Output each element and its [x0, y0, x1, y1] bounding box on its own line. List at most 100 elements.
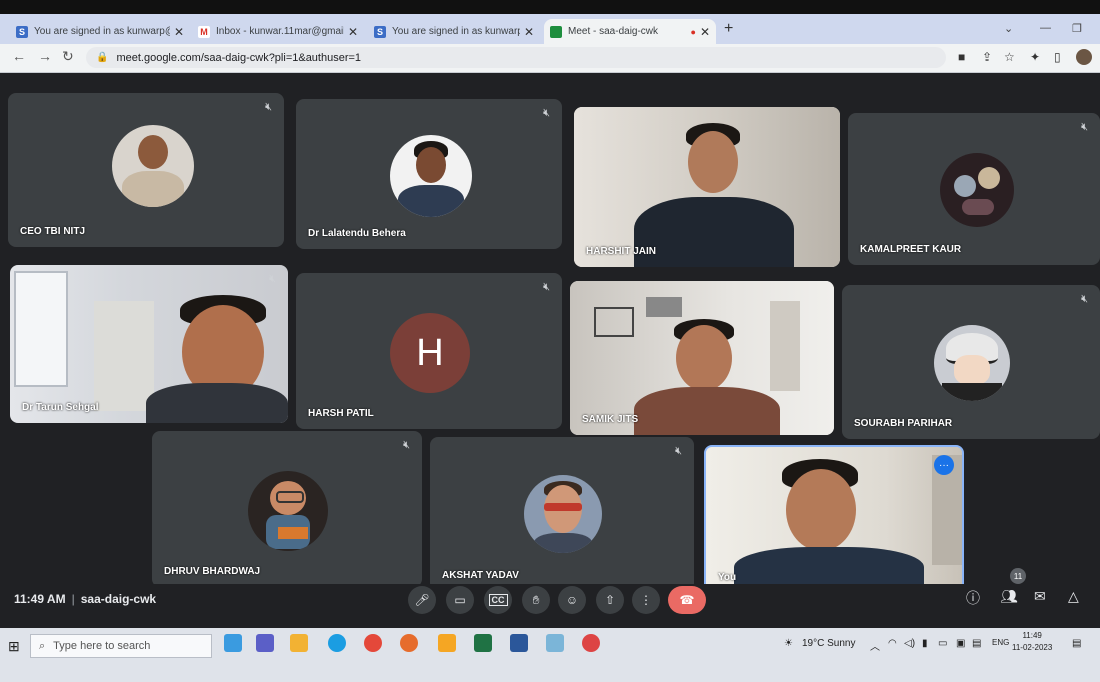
activities-icon[interactable]: △ [1068, 588, 1079, 605]
screen: S You are signed in as kunwarp@n ✕ M Inb… [0, 14, 1100, 682]
back-icon[interactable]: ← [12, 48, 26, 64]
speaker-icon[interactable]: ◁) [904, 638, 915, 649]
browser-toolbar: ← → ↻ 🔒 meet.google.com/saa-daig-cwk?pli… [0, 44, 1100, 73]
chat-icon[interactable]: ✉ [1034, 588, 1046, 605]
meeting-info: 11:49 AM | saa-daig-cwk [14, 592, 156, 606]
share-icon[interactable]: ⇪ [982, 50, 992, 64]
taskbar-clock[interactable]: 11:49 11-02-2023 [1012, 630, 1052, 654]
tab-inbox[interactable]: M Inbox - kunwar.11mar@gmail.cor ✕ [192, 19, 364, 44]
video-camera-icon: ▭ [454, 593, 466, 607]
meet-favicon-icon [550, 25, 562, 38]
microphone-icon: 🎤︎ [414, 593, 430, 607]
camera-toggle-button[interactable]: ▭ [446, 586, 474, 614]
new-tab-button[interactable]: + [724, 20, 733, 38]
captions-button[interactable]: CC [484, 586, 512, 614]
participant-video [574, 107, 840, 267]
word-icon[interactable] [510, 634, 528, 652]
taskbar-search[interactable]: ⌕ Type here to search [30, 634, 212, 658]
self-video [706, 447, 962, 593]
file-explorer-icon[interactable] [290, 634, 308, 652]
bookmark-star-icon[interactable]: ☆ [1004, 50, 1015, 64]
laptop-bezel: S You are signed in as kunwarp@n ✕ M Inb… [0, 0, 1100, 682]
participant-video [10, 265, 288, 423]
camera-indicator-icon[interactable]: ■ [958, 50, 965, 64]
participant-tile[interactable]: 🔇︎ CEO TBI NITJ [8, 93, 284, 247]
end-call-button[interactable]: ☎︎ [668, 586, 706, 614]
app-icon[interactable] [438, 634, 456, 652]
people-icon[interactable]: 👥︎ [1000, 588, 1018, 605]
widget-app-icon[interactable] [224, 634, 242, 652]
taskbar-time: 11:49 [1022, 631, 1042, 640]
participant-tile[interactable]: H 🔇︎ HARSH PATIL [296, 273, 562, 429]
network-icon[interactable]: ▤ [972, 638, 981, 649]
tab-signed-in-1[interactable]: S You are signed in as kunwarp@n ✕ [10, 19, 190, 44]
more-options-button[interactable]: ⋮ [632, 586, 660, 614]
profile-avatar[interactable] [1076, 49, 1092, 65]
search-placeholder: Type here to search [53, 640, 151, 652]
s-favicon-icon: S [16, 25, 28, 38]
firefox-icon[interactable] [400, 634, 418, 652]
participant-name: KAMALPREET KAUR [860, 244, 962, 255]
participant-tile[interactable]: 🔇︎ Dr Tarun Sehgal [10, 265, 288, 423]
participant-photo [524, 475, 602, 553]
maximize-icon[interactable]: ❐ [1072, 22, 1082, 35]
address-bar[interactable]: 🔒 meet.google.com/saa-daig-cwk?pli=1&aut… [86, 47, 946, 68]
tab-signed-in-2[interactable]: S You are signed in as kunwarp@n ✕ [368, 19, 540, 44]
sidebar-icon[interactable]: ▯ [1054, 50, 1061, 64]
display-icon[interactable]: ▣ [956, 638, 965, 649]
teams-icon[interactable] [256, 634, 274, 652]
close-tab-icon[interactable]: ✕ [174, 25, 184, 39]
participant-tile[interactable]: 🔇︎ Dr Lalatendu Behera [296, 99, 562, 249]
mic-tray-icon[interactable]: ▮ [922, 638, 928, 649]
participant-name: Dr Lalatendu Behera [308, 228, 406, 239]
excel-icon[interactable] [474, 634, 492, 652]
participant-name: CEO TBI NITJ [20, 226, 86, 237]
more-options-icon[interactable]: ··· [934, 455, 954, 475]
chrome-profile-icon[interactable] [582, 634, 600, 652]
battery-icon[interactable]: ▭ [938, 638, 947, 649]
tab-meet[interactable]: Meet - saa-daig-cwk ● ✕ [544, 19, 716, 44]
weather-text[interactable]: 19°C Sunny [802, 638, 855, 649]
present-screen-button[interactable]: ⇧ [596, 586, 624, 614]
app-icon[interactable] [546, 634, 564, 652]
url-text: meet.google.com/saa-daig-cwk?pli=1&authu… [116, 51, 362, 64]
participant-tile[interactable]: 🔇︎ DHRUV BHARDWAJ [152, 431, 422, 587]
notifications-icon[interactable]: ▤ [1072, 638, 1081, 649]
windows-start-icon[interactable]: ⊞ [8, 638, 20, 655]
taskbar-date: 11-02-2023 [1012, 643, 1053, 652]
participant-tile[interactable]: SAMIK JITS [570, 281, 834, 435]
forward-icon[interactable]: → [38, 48, 52, 64]
participant-photo [934, 325, 1010, 401]
tab-title: Inbox - kunwar.11mar@gmail.cor [216, 26, 344, 37]
close-tab-icon[interactable]: ✕ [700, 25, 710, 39]
search-icon: ⌕ [39, 639, 46, 652]
participant-name: DHRUV BHARDWAJ [164, 566, 261, 577]
tray-chevron-icon[interactable]: ︿ [870, 638, 880, 653]
wifi-icon[interactable]: ◠ [888, 638, 897, 649]
participant-tile[interactable]: 🔇︎ AKSHAT YADAV [430, 437, 694, 591]
raise-hand-button[interactable]: ✋︎ [522, 586, 550, 614]
minimize-icon[interactable]: — [1040, 22, 1051, 34]
tab-title: Meet - saa-daig-cwk [568, 26, 659, 37]
extensions-icon[interactable]: ✦ [1030, 50, 1040, 64]
chrome-icon[interactable] [364, 634, 382, 652]
gmail-favicon-icon: M [198, 25, 210, 38]
reload-icon[interactable]: ↻ [62, 48, 74, 65]
recording-dot-icon: ● [690, 26, 696, 37]
reactions-button[interactable]: ☺ [558, 586, 586, 614]
participant-name: You [718, 572, 737, 583]
participant-tile[interactable]: 🔇︎ KAMALPREET KAUR [848, 113, 1100, 265]
hand-icon: ✋︎ [532, 592, 540, 607]
participant-tile[interactable]: HARSHIT JAIN [574, 107, 840, 267]
mic-toggle-button[interactable]: 🎤︎ [408, 586, 436, 614]
meeting-details-icon[interactable]: ⓘ [966, 588, 980, 608]
self-view-tile[interactable]: ··· You [704, 445, 964, 595]
language-indicator[interactable]: ENG [992, 638, 1009, 647]
close-tab-icon[interactable]: ✕ [524, 25, 534, 39]
tab-title: You are signed in as kunwarp@n [392, 26, 520, 37]
participant-tile[interactable]: 🔇︎ SOURABH PARIHAR [842, 285, 1100, 439]
chevron-down-icon[interactable]: ⌄ [1004, 22, 1013, 35]
edge-icon[interactable] [328, 634, 346, 652]
participant-name: SOURABH PARIHAR [854, 418, 953, 429]
close-tab-icon[interactable]: ✕ [348, 25, 358, 39]
